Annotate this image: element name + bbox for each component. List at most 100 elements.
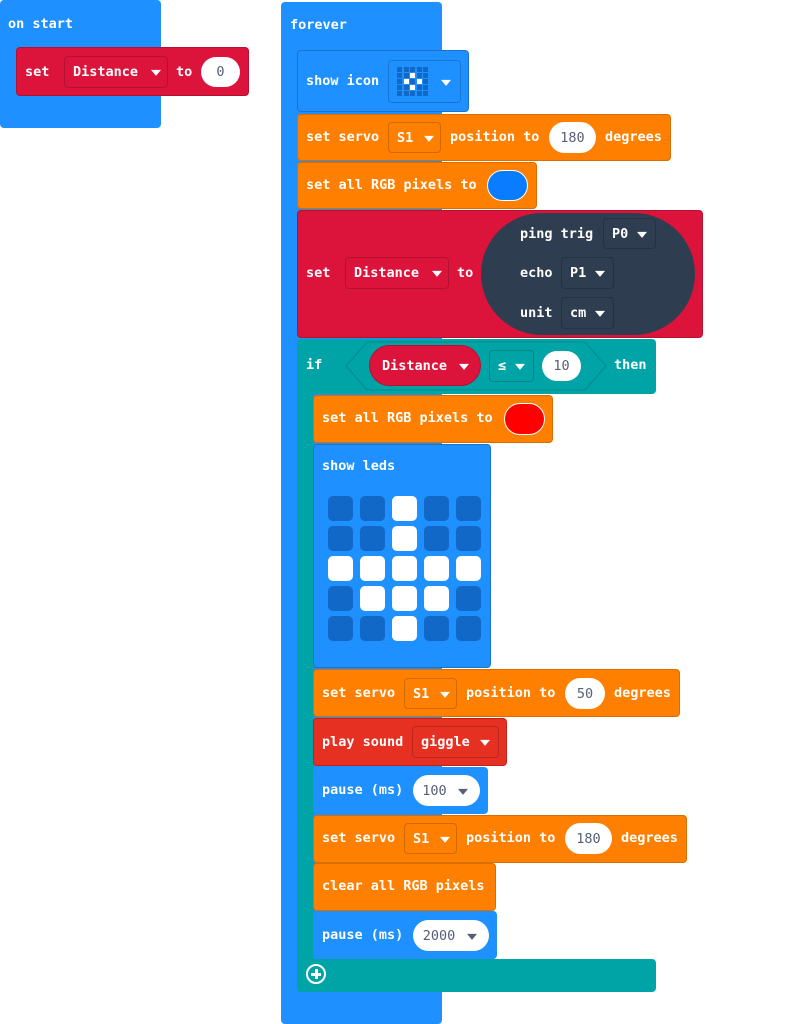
icon-dropdown[interactable] [388, 60, 461, 103]
led-cell[interactable] [328, 616, 353, 641]
value-input[interactable]: 0 [201, 57, 240, 87]
icon-pixel [423, 79, 428, 84]
led-cell[interactable] [360, 616, 385, 641]
angle-input[interactable]: 180 [549, 122, 596, 153]
icon-pixel [416, 67, 422, 72]
chevron-down-icon [458, 788, 468, 795]
servo-dropdown[interactable]: S1 [388, 122, 441, 153]
led-cell[interactable] [456, 556, 481, 581]
chevron-down-icon [595, 310, 605, 317]
led-cell[interactable] [456, 616, 481, 641]
then-label: then [614, 357, 647, 373]
led-cell[interactable] [360, 586, 385, 611]
position-label: position to [466, 830, 556, 846]
icon-pixel [416, 85, 422, 90]
led-cell[interactable] [392, 556, 417, 581]
led-cell[interactable] [328, 526, 353, 551]
set-servo-label: set servo [322, 685, 396, 701]
chevron-down-icon [467, 933, 477, 940]
angle-input[interactable]: 180 [565, 823, 612, 854]
to-label: to [457, 265, 474, 281]
degrees-label: degrees [605, 129, 662, 145]
color-picker[interactable] [487, 170, 528, 201]
icon-pixel [410, 85, 415, 90]
set-servo-label: set servo [306, 129, 380, 145]
chevron-down-icon [441, 79, 451, 86]
color-picker[interactable] [504, 403, 545, 435]
icon-pixel [416, 91, 422, 96]
icon-pixel [423, 73, 428, 78]
chevron-down-icon [515, 363, 525, 370]
icon-pixel [416, 79, 422, 84]
variable-dropdown[interactable]: Distance [64, 56, 168, 88]
icon-pixel [397, 91, 402, 96]
servo-dropdown[interactable]: S1 [404, 678, 457, 709]
echo-label: echo [520, 265, 553, 281]
led-cell[interactable] [392, 496, 417, 521]
sound-dropdown[interactable]: giggle [412, 726, 499, 758]
led-cell[interactable] [456, 526, 481, 551]
led-cell[interactable] [392, 616, 417, 641]
set-rgb-label: set all RGB pixels to [322, 410, 493, 426]
chevron-down-icon [459, 363, 469, 370]
icon-pixel [416, 73, 422, 78]
led-cell[interactable] [424, 496, 449, 521]
icon-pixel [397, 79, 402, 84]
led-cell[interactable] [360, 526, 385, 551]
if-block-arm [297, 390, 314, 990]
if-label: if [306, 357, 323, 373]
variable-dropdown[interactable]: Distance [345, 257, 449, 289]
led-cell[interactable] [328, 586, 353, 611]
led-cell[interactable] [392, 526, 417, 551]
icon-pixel [403, 79, 409, 84]
degrees-label: degrees [621, 830, 678, 846]
angle-input[interactable]: 50 [565, 678, 605, 709]
plus-circle-icon[interactable] [306, 964, 326, 984]
icon-pixel [410, 91, 415, 96]
led-cell[interactable] [360, 496, 385, 521]
icon-pixel [403, 85, 409, 90]
pause-duration-input[interactable]: 2000 [413, 920, 489, 951]
led-cell[interactable] [424, 526, 449, 551]
operator-dropdown[interactable]: ≤ [489, 350, 534, 382]
compare-value-input[interactable]: 10 [542, 351, 581, 381]
chevron-down-icon [424, 135, 434, 142]
led-cell[interactable] [392, 586, 417, 611]
to-label: to [176, 64, 193, 80]
pause-label: pause (ms) [322, 927, 404, 943]
trig-pin-dropdown[interactable]: P0 [603, 218, 656, 249]
if-block-footer [297, 959, 656, 992]
play-sound-label: play sound [322, 734, 404, 750]
led-cell[interactable] [328, 556, 353, 581]
led-grid[interactable] [328, 496, 484, 646]
chevron-down-icon [595, 270, 605, 277]
unit-dropdown[interactable]: cm [561, 297, 614, 329]
small-diamond-icon [397, 67, 431, 97]
led-cell[interactable] [424, 616, 449, 641]
set-keyword: set [25, 64, 50, 80]
show-leds-label: show leds [322, 458, 396, 474]
led-cell[interactable] [456, 586, 481, 611]
clear-rgb-label: clear all RGB pixels [322, 878, 485, 894]
chevron-down-icon [480, 739, 490, 746]
position-label: position to [466, 685, 556, 701]
ping-trig-label: ping trig [520, 226, 594, 242]
set-keyword: set [306, 265, 331, 281]
chevron-down-icon [440, 691, 450, 698]
led-cell[interactable] [360, 556, 385, 581]
icon-pixel [397, 67, 402, 72]
set-servo-label: set servo [322, 830, 396, 846]
icon-pixel [397, 73, 402, 78]
distance-variable[interactable]: Distance [369, 345, 481, 386]
led-cell[interactable] [328, 496, 353, 521]
led-cell[interactable] [424, 556, 449, 581]
show-icon-label: show icon [306, 73, 380, 89]
servo-dropdown[interactable]: S1 [404, 823, 457, 854]
led-cell[interactable] [424, 586, 449, 611]
chevron-down-icon [151, 69, 161, 76]
pause-duration-input[interactable]: 100 [413, 775, 480, 806]
chevron-down-icon [432, 270, 442, 277]
led-cell[interactable] [456, 496, 481, 521]
echo-pin-dropdown[interactable]: P1 [561, 257, 614, 289]
on-start-label: on start [8, 16, 74, 32]
